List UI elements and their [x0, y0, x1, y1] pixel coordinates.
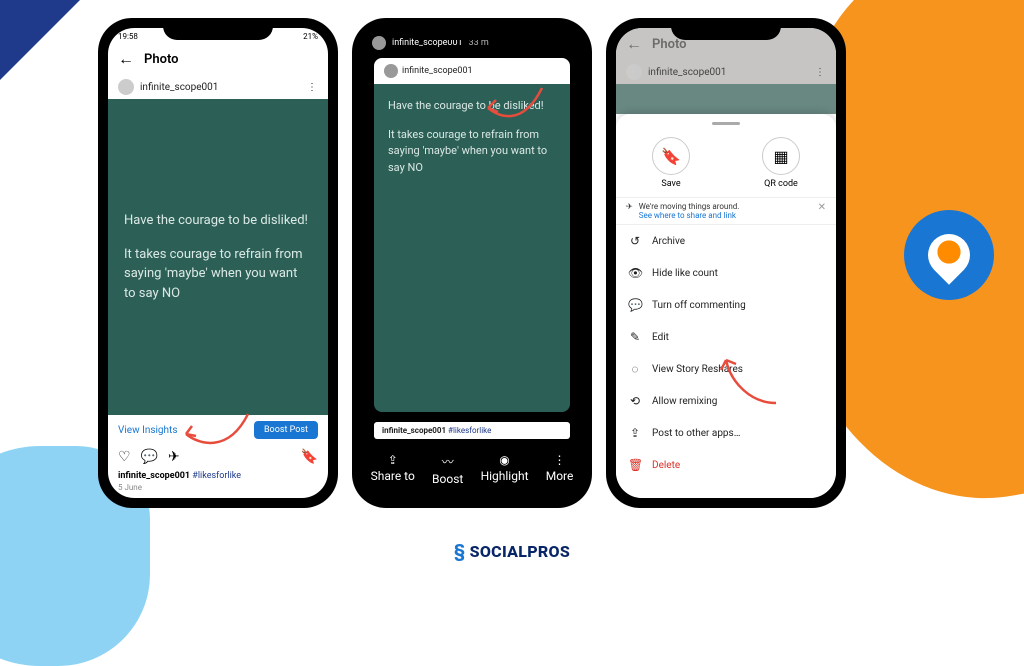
view-insights-link[interactable]: View Insights [118, 425, 178, 436]
phone-notch [417, 18, 527, 40]
menu-hide-likes[interactable]: 👁Hide like count [616, 257, 836, 289]
qr-icon: ▦ [773, 147, 788, 166]
boost-icon: 〰 [432, 453, 463, 470]
sheet-top-actions: 🔖Save ▦QR code [616, 133, 836, 197]
insights-row: View Insights Boost Post [108, 415, 328, 445]
bookmark-icon: 🔖 [661, 147, 681, 166]
story-reshared-post[interactable]: infinite_scope001 Have the courage to be… [374, 58, 570, 412]
brand-circle-icon [904, 210, 994, 300]
avatar[interactable] [372, 36, 386, 50]
qr-code-button[interactable]: ▦QR code [762, 137, 800, 189]
story-post-label[interactable]: infinite_scope001 [374, 58, 570, 84]
more-icon: ⋮ [546, 453, 574, 467]
menu-archive[interactable]: ↺Archive [616, 225, 836, 257]
bottom-sheet: 🔖Save ▦QR code ✈ We're moving things aro… [616, 114, 836, 498]
notice-text: We're moving things around. [639, 202, 740, 211]
phone2-screen: infinite_scope001 33 m infinite_scope001… [362, 28, 582, 498]
page-title: Photo [144, 52, 179, 67]
phones-row: 19:58 21% ← Photo infinite_scope001 ⋮ Ha… [98, 18, 846, 508]
reshare-icon: ◌ [628, 362, 642, 376]
eye-off-icon: 👁 [628, 266, 642, 280]
share-out-icon: ⇪ [628, 426, 642, 440]
status-time: 19:58 [118, 32, 138, 41]
save-button[interactable]: 🔖Save [652, 137, 690, 189]
phone-notch [163, 18, 273, 40]
footer-logo: § SOCIALPROS [454, 541, 570, 562]
post-username: infinite_scope001 [648, 67, 726, 78]
post-author-row: infinite_scope001 ⋮ [616, 60, 836, 84]
logo-text: SOCIALPROS [470, 542, 571, 561]
pencil-icon: ✎ [628, 330, 642, 344]
boost-post-button[interactable]: Boost Post [254, 421, 318, 439]
story-bottom-actions: ⇪Share to 〰Boost ◉Highlight ⋮More [362, 445, 582, 498]
story-post-content: Have the courage to be disliked! It take… [374, 84, 570, 412]
page-header: ← Photo [108, 43, 328, 75]
avatar [384, 64, 398, 78]
avatar [626, 64, 642, 80]
menu-turn-off-commenting[interactable]: 💬Turn off commenting [616, 289, 836, 321]
trash-icon: 🗑 [628, 458, 642, 472]
post-caption: infinite_scope001 #likesforlike [108, 469, 328, 483]
status-battery: 21% [303, 32, 318, 41]
menu-view-story-reshares[interactable]: ◌View Story Reshares [616, 353, 836, 385]
story-text-line1: Have the courage to be disliked! [388, 98, 556, 115]
comment-off-icon: 💬 [628, 298, 642, 312]
post-text-line1: Have the courage to be disliked! [124, 211, 312, 231]
story-caption-hashtag[interactable]: #likesforlike [448, 426, 491, 435]
boost-button[interactable]: 〰Boost [432, 453, 463, 488]
menu-delete[interactable]: 🗑Delete [616, 449, 836, 481]
menu-post-other-apps[interactable]: ⇪Post to other apps… [616, 417, 836, 449]
phone1-screen: 19:58 21% ← Photo infinite_scope001 ⋮ Ha… [108, 28, 328, 498]
remix-icon: ⟲ [628, 394, 642, 408]
phone-story-view: infinite_scope001 33 m infinite_scope001… [352, 18, 592, 508]
phone-post-view: 19:58 21% ← Photo infinite_scope001 ⋮ Ha… [98, 18, 338, 508]
more-options-icon[interactable]: ⋮ [307, 82, 318, 93]
post-username: infinite_scope001 [140, 82, 218, 93]
post-date: 5 June [108, 483, 328, 498]
bookmark-icon[interactable]: 🔖 [301, 449, 318, 465]
highlight-button[interactable]: ◉Highlight [481, 453, 529, 488]
phone-options-sheet: ← Photo infinite_scope001 ⋮ 🔖Save ▦QR co… [606, 18, 846, 508]
moving-notice: ✈ We're moving things around. See where … [616, 197, 836, 225]
share-to-button[interactable]: ⇪Share to [371, 453, 415, 488]
notice-link[interactable]: See where to share and link [639, 211, 740, 220]
caption-hashtag[interactable]: #likesforlike [192, 471, 241, 481]
logo-icon: § [454, 541, 466, 562]
avatar [118, 79, 134, 95]
phone-notch [671, 18, 781, 40]
send-icon: ✈ [626, 202, 633, 211]
more-options-icon[interactable]: ⋮ [815, 67, 826, 78]
comment-icon[interactable]: 💬 [141, 449, 158, 465]
share-icon[interactable]: ✈ [168, 449, 180, 465]
menu-allow-remixing[interactable]: ⟲Allow remixing [616, 385, 836, 417]
post-actions-row: ♡ 💬 ✈ 🔖 [108, 445, 328, 469]
story-text-line2: It takes courage to refrain from saying … [388, 127, 556, 177]
post-text-line2: It takes courage to refrain from saying … [124, 245, 312, 304]
story-label-username: infinite_scope001 [402, 66, 473, 76]
archive-icon: ↺ [628, 234, 642, 248]
post-author-row[interactable]: infinite_scope001 ⋮ [108, 75, 328, 99]
highlight-icon: ◉ [481, 453, 529, 467]
more-button[interactable]: ⋮More [546, 453, 574, 488]
corner-triangle [0, 0, 80, 80]
share-icon: ⇪ [371, 453, 415, 467]
caption-username: infinite_scope001 [118, 471, 190, 481]
close-icon[interactable]: ✕ [818, 202, 826, 213]
dimmed-background: ← Photo infinite_scope001 ⋮ [616, 28, 836, 114]
menu-edit[interactable]: ✎Edit [616, 321, 836, 353]
back-arrow-icon[interactable]: ← [626, 34, 642, 54]
like-icon[interactable]: ♡ [118, 449, 131, 465]
back-arrow-icon[interactable]: ← [118, 49, 134, 69]
story-caption: infinite_scope001 #likesforlike [374, 422, 570, 439]
story-caption-user: infinite_scope001 [382, 426, 446, 435]
phone3-screen: ← Photo infinite_scope001 ⋮ 🔖Save ▦QR co… [616, 28, 836, 498]
post-image[interactable]: Have the courage to be disliked! It take… [108, 99, 328, 415]
sheet-handle[interactable] [712, 122, 740, 125]
